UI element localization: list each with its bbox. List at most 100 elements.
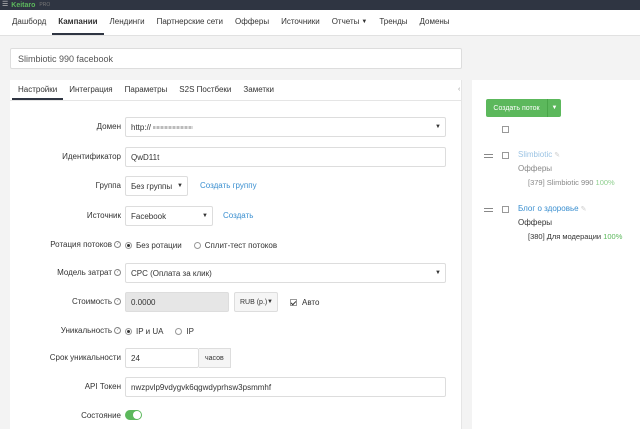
identifier-input[interactable]: QwD11t (125, 147, 446, 167)
brand-logo[interactable]: Keitaro (11, 2, 35, 9)
cost-model-label-text: Модель затрат (57, 268, 112, 277)
drag-handle-icon[interactable] (484, 154, 493, 160)
group-row: Группа Без группы ▼ Создать группу (10, 176, 462, 196)
stream-checkbox[interactable] (502, 206, 509, 213)
source-select[interactable]: Facebook ▼ (125, 206, 213, 226)
currency-value: RUB (р.) (240, 298, 268, 306)
menu-icon[interactable]: ☰ (2, 0, 8, 10)
uniqueness-period-label: Срок уникальности (49, 353, 121, 362)
uniqueness-label: Уникальность? (61, 321, 121, 341)
api-token-input[interactable]: nwzpvlp9vdygvk6qgwdyprhsw3psmmhf (125, 377, 446, 397)
group-select[interactable]: Без группы ▼ (125, 176, 188, 196)
stream-offer-name: [379] Slimbiotic 990 (528, 178, 594, 187)
uniqueness-ip-radio[interactable] (175, 327, 183, 335)
stream-offer: [380] Для модерации 100% (528, 232, 622, 241)
nav-item-reports-label: Отчеты (331, 17, 360, 26)
create-stream-button[interactable]: Создать поток ▼ (486, 99, 561, 117)
uniqueness-period-input[interactable]: 24 (125, 348, 199, 368)
source-row: Источник Facebook ▼ Создать (10, 206, 462, 226)
help-icon[interactable]: ? (114, 298, 121, 306)
nav-item-reports[interactable]: Отчеты ▼ (326, 10, 374, 35)
chevron-down-icon: ▼ (177, 183, 183, 189)
stream-item[interactable]: Блог о здоровье ✎ Офферы [380] Для модера… (484, 204, 640, 244)
streams-panel: Создать поток ▼ Slimbiotic ✎ Офферы [379]… (472, 80, 640, 429)
nav-item-trends[interactable]: Тренды (373, 10, 413, 35)
collapse-panel-icon[interactable]: ‹ (458, 86, 460, 93)
help-icon[interactable]: ? (114, 327, 121, 335)
currency-select[interactable]: RUB (р.) ▼ (234, 292, 278, 312)
nav-item-campaigns[interactable]: Кампании (52, 10, 104, 35)
edit-icon[interactable]: ✎ (581, 206, 587, 213)
tab-s2s-postbacks[interactable]: S2S Постбеки (173, 80, 237, 100)
auto-cost-checkbox[interactable] (290, 298, 297, 306)
domain-select[interactable]: http:// ▼ (125, 117, 446, 137)
stream-item[interactable]: Slimbiotic ✎ Офферы [379] Slimbiotic 990 … (484, 150, 640, 190)
auto-cost-control: Авто (290, 292, 319, 312)
cost-model-select[interactable]: CPC (Оплата за клик) ▼ (125, 263, 446, 283)
stream-name-text: Блог о здоровье (518, 204, 579, 213)
help-icon[interactable]: ? (114, 269, 121, 277)
stream-offers-label: Офферы (518, 164, 553, 173)
uniqueness-ip-ua-label: IP и UA (136, 326, 164, 336)
create-source-link[interactable]: Создать (223, 206, 253, 226)
rotation-row: Ротация потоков? Без ротации Сплит-тест … (10, 235, 462, 255)
source-value: Facebook (131, 211, 167, 221)
nav-item-dashboard[interactable]: Дашборд (6, 10, 52, 35)
main-nav: Дашборд Кампании Лендинги Партнерские се… (0, 10, 640, 36)
cost-model-row: Модель затрат? CPC (Оплата за клик) ▼ (10, 263, 462, 283)
rotation-label: Ротация потоков? (50, 235, 121, 255)
rotation-label-text: Ротация потоков (50, 240, 112, 249)
stream-name[interactable]: Slimbiotic ✎ (518, 150, 560, 159)
stream-offer: [379] Slimbiotic 990 100% (528, 178, 615, 187)
auto-cost-label: Авто (302, 297, 320, 307)
source-label: Источник (86, 211, 121, 220)
stream-offers-label: Офферы (518, 218, 553, 227)
drag-handle-icon[interactable] (484, 208, 493, 214)
nav-item-affiliate-networks[interactable]: Партнерские сети (151, 10, 229, 35)
nav-item-domains[interactable]: Домены (413, 10, 455, 35)
identifier-row: Идентификатор QwD11t (10, 147, 462, 167)
nav-item-landings[interactable]: Лендинги (104, 10, 151, 35)
state-toggle[interactable] (125, 410, 142, 420)
rotation-option-none-radio[interactable] (125, 241, 132, 249)
domain-label: Домен (96, 122, 121, 131)
top-bar: ☰ Keitaro PRO (0, 0, 640, 10)
chevron-down-icon[interactable]: ▼ (548, 99, 561, 117)
rotation-option-split-radio[interactable] (193, 241, 201, 249)
create-group-link[interactable]: Создать группу (200, 176, 257, 196)
stream-name-text: Slimbiotic (518, 150, 553, 159)
rotation-option-none-label: Без ротации (136, 240, 182, 250)
uniqueness-period-unit: часов (199, 348, 231, 368)
select-all-checkbox[interactable] (502, 126, 509, 133)
uniqueness-period-row: Срок уникальности 24 часов (10, 348, 462, 368)
edit-icon[interactable]: ✎ (554, 152, 560, 159)
create-stream-label: Создать поток (486, 99, 548, 117)
stream-checkbox[interactable] (502, 152, 509, 159)
help-icon[interactable]: ? (114, 241, 121, 249)
campaign-name-input[interactable]: Slimbiotic 990 facebook (10, 48, 462, 69)
nav-item-sources[interactable]: Источники (275, 10, 326, 35)
uniqueness-radio-group: IP и UA IP (125, 321, 194, 341)
cost-model-value: CPC (Оплата за клик) (131, 268, 212, 278)
chevron-down-icon: ▼ (435, 270, 441, 276)
api-token-label: API Токен (84, 382, 121, 391)
uniqueness-label-text: Уникальность (60, 326, 112, 335)
tab-integration[interactable]: Интеграция (63, 80, 118, 100)
campaign-settings-panel: Настройки Интеграция Параметры S2S Постб… (10, 80, 462, 429)
uniqueness-row: Уникальность? IP и UA IP (10, 321, 462, 341)
tab-settings[interactable]: Настройки (12, 80, 64, 100)
cost-input[interactable]: 0.0000 (125, 292, 229, 312)
stream-name[interactable]: Блог о здоровье ✎ (518, 204, 586, 213)
settings-tabs: Настройки Интеграция Параметры S2S Постб… (10, 80, 461, 101)
uniqueness-ip-ua-radio[interactable] (125, 327, 132, 335)
state-label: Состояние (81, 411, 121, 420)
tab-notes[interactable]: Заметки (237, 80, 280, 100)
stream-offer-name: [380] Для модерации (528, 232, 602, 241)
domain-masked (153, 125, 194, 129)
chevron-down-icon: ▼ (202, 213, 208, 219)
stream-offer-share: 100% (603, 232, 623, 241)
state-row: Состояние (10, 406, 462, 426)
rotation-option-split-label: Сплит-тест потоков (204, 240, 278, 250)
tab-parameters[interactable]: Параметры (119, 80, 174, 100)
nav-item-offers[interactable]: Офферы (229, 10, 275, 35)
